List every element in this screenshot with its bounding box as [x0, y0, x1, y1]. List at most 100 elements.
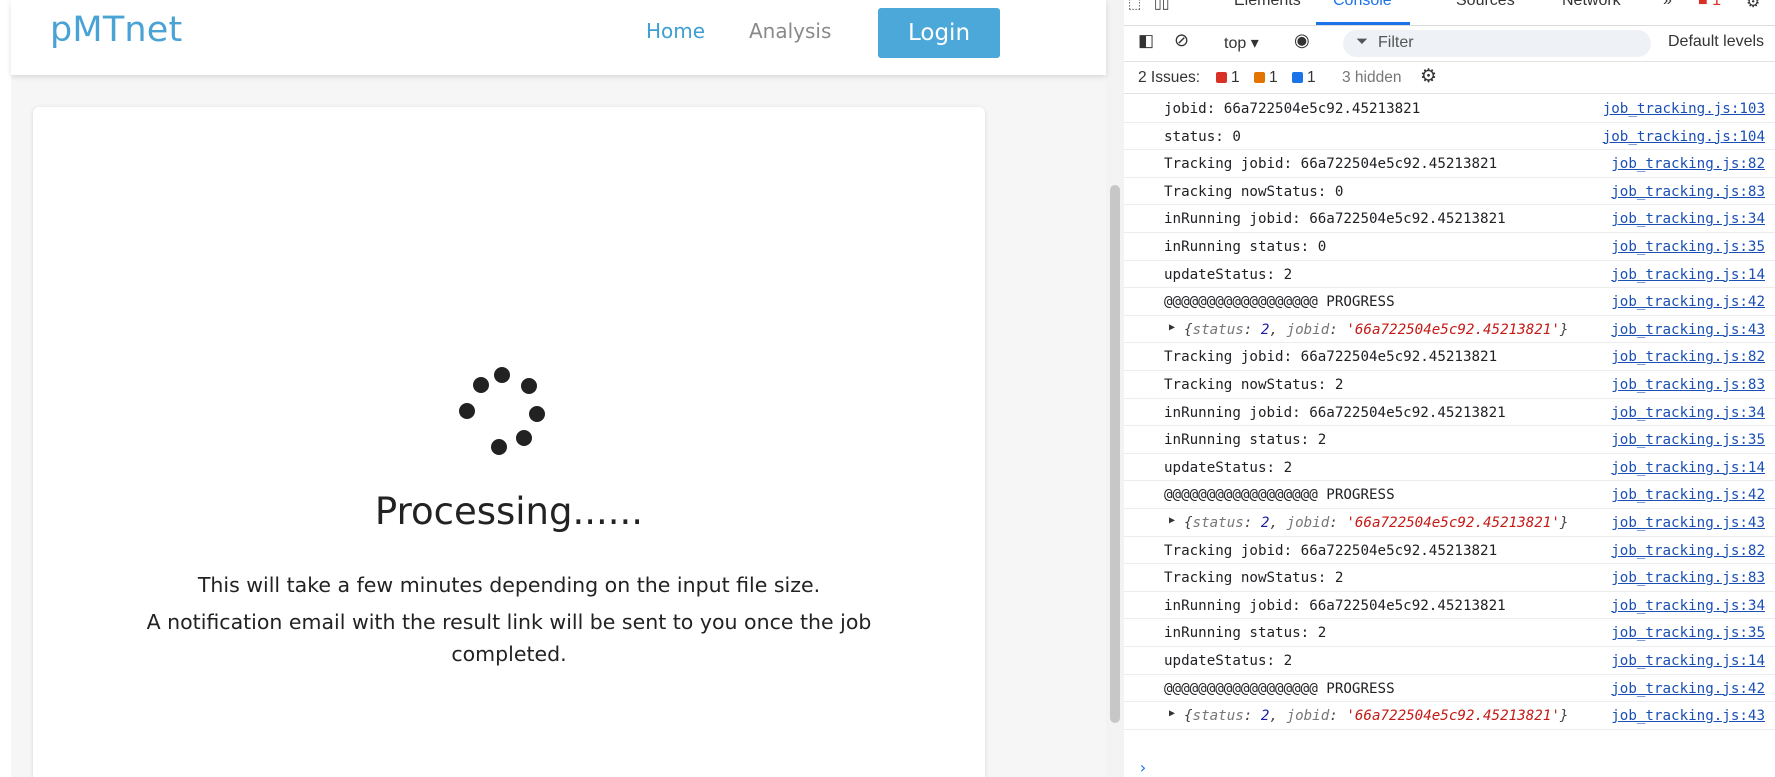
- processing-message-line2: A notification email with the result lin…: [146, 610, 872, 666]
- source-link[interactable]: job_tracking.js:35: [1611, 625, 1765, 641]
- source-link[interactable]: job_tracking.js:14: [1611, 267, 1765, 283]
- more-tabs-button[interactable]: »: [1663, 0, 1672, 10]
- console-object-row: ▶ {status: 2, jobid: '66a722504e5c92.4521…: [1124, 702, 1775, 730]
- issues-info-count[interactable]: 1: [1292, 69, 1316, 87]
- expand-arrow-icon[interactable]: ▶: [1169, 708, 1175, 719]
- gear-icon[interactable]: ⚙: [1746, 0, 1760, 12]
- tab-elements[interactable]: Elements: [1234, 0, 1301, 10]
- source-link[interactable]: job_tracking.js:83: [1611, 184, 1765, 200]
- console-message: inRunning status: 2: [1164, 625, 1327, 642]
- source-link[interactable]: job_tracking.js:43: [1611, 515, 1765, 531]
- live-expression-eye-icon[interactable]: ◉: [1294, 30, 1310, 51]
- console-message: Tracking jobid: 66a722504e5c92.45213821: [1164, 542, 1498, 559]
- console-object-row: ▶ {status: 2, jobid: '66a722504e5c92.4521…: [1124, 509, 1775, 537]
- console-log-row: @@@@@@@@@@@@@@@@@@ PROGRESS job_tracking.…: [1124, 288, 1775, 316]
- source-link[interactable]: job_tracking.js:83: [1611, 570, 1765, 586]
- source-link[interactable]: job_tracking.js:82: [1611, 349, 1765, 365]
- clear-console-icon[interactable]: ⊘: [1174, 30, 1189, 51]
- console-message: inRunning jobid: 66a722504e5c92.45213821: [1164, 597, 1506, 614]
- console-message: @@@@@@@@@@@@@@@@@@ PROGRESS: [1164, 294, 1395, 311]
- console-log-row: inRunning status: 2 job_tracking.js:35: [1124, 619, 1775, 647]
- page-scrollbar-thumb[interactable]: [1110, 185, 1120, 723]
- console-object-row: ▶ {status: 2, jobid: '66a722504e5c92.4521…: [1124, 316, 1775, 344]
- source-link[interactable]: job_tracking.js:34: [1611, 598, 1765, 614]
- console-log-row: Tracking nowStatus: 2 job_tracking.js:83: [1124, 564, 1775, 592]
- source-link[interactable]: job_tracking.js:43: [1611, 708, 1765, 724]
- tab-network[interactable]: Network: [1562, 0, 1621, 10]
- console-toolbar: ◧ ⊘ top ▾ ◉ ⏷ Filter Default levels: [1124, 26, 1775, 62]
- issues-label[interactable]: 2 Issues:: [1138, 69, 1200, 87]
- console-log-row: Tracking jobid: 66a722504e5c92.45213821 j…: [1124, 343, 1775, 371]
- source-link[interactable]: job_tracking.js:83: [1611, 377, 1765, 393]
- source-link[interactable]: job_tracking.js:103: [1603, 101, 1765, 117]
- source-link[interactable]: job_tracking.js:35: [1611, 432, 1765, 448]
- sidebar-toggle-icon[interactable]: ◧: [1138, 31, 1154, 51]
- loading-spinner-icon: [459, 367, 559, 467]
- console-object[interactable]: {status: 2, jobid: '66a722504e5c92.45213…: [1184, 515, 1568, 531]
- console-message: updateStatus: 2: [1164, 459, 1293, 476]
- info-icon: [1292, 72, 1303, 83]
- source-link[interactable]: job_tracking.js:34: [1611, 211, 1765, 227]
- login-button[interactable]: Login: [878, 8, 1000, 58]
- device-toolbar-icon[interactable]: ▯▯: [1154, 0, 1169, 12]
- context-selector[interactable]: top ▾: [1224, 33, 1259, 53]
- brand-logo[interactable]: pMTnet: [50, 10, 182, 50]
- nav-analysis-link[interactable]: Analysis: [749, 19, 831, 43]
- filter-input[interactable]: ⏷ Filter: [1343, 30, 1651, 57]
- source-link[interactable]: job_tracking.js:42: [1611, 487, 1765, 503]
- web-page: pMTnet Home Analysis Login Processing...…: [0, 0, 1106, 777]
- expand-arrow-icon[interactable]: ▶: [1169, 515, 1175, 526]
- console-message: Tracking jobid: 66a722504e5c92.45213821: [1164, 156, 1498, 173]
- issues-error-count[interactable]: 1: [1216, 69, 1240, 87]
- source-link[interactable]: job_tracking.js:42: [1611, 294, 1765, 310]
- console-message: jobid: 66a722504e5c92.45213821: [1164, 101, 1421, 117]
- console-message: inRunning status: 0: [1164, 239, 1327, 255]
- issues-hidden-count[interactable]: 3 hidden: [1342, 69, 1401, 87]
- source-link[interactable]: job_tracking.js:82: [1611, 543, 1765, 559]
- issues-settings-gear-icon[interactable]: ⚙: [1420, 65, 1437, 88]
- nav-home-link[interactable]: Home: [646, 19, 705, 43]
- console-message: Tracking nowStatus: 0: [1164, 183, 1344, 200]
- console-message: @@@@@@@@@@@@@@@@@@ PROGRESS: [1164, 487, 1395, 504]
- issues-warning-count[interactable]: 1: [1254, 69, 1278, 87]
- console-log-row: @@@@@@@@@@@@@@@@@@ PROGRESS job_tracking.…: [1124, 481, 1775, 509]
- spinner-dot: [521, 378, 537, 394]
- source-link[interactable]: job_tracking.js:104: [1603, 129, 1765, 145]
- spinner-dot: [529, 406, 545, 422]
- source-link[interactable]: job_tracking.js:42: [1611, 681, 1765, 697]
- issues-bar: 2 Issues: 1 1 1 3 hidden ⚙: [1124, 62, 1775, 94]
- console-log-row: Tracking nowStatus: 2 job_tracking.js:83: [1124, 371, 1775, 399]
- console-log-row: @@@@@@@@@@@@@@@@@@ PROGRESS job_tracking.…: [1124, 675, 1775, 703]
- spinner-dot: [473, 377, 489, 393]
- warning-icon: [1254, 72, 1265, 83]
- source-link[interactable]: job_tracking.js:14: [1611, 460, 1765, 476]
- console-log-row: Tracking nowStatus: 0 job_tracking.js:83: [1124, 178, 1775, 206]
- console-message: updateStatus: 2: [1164, 653, 1293, 669]
- source-link[interactable]: job_tracking.js:14: [1611, 653, 1765, 669]
- console-log-row: inRunning status: 0 job_tracking.js:35: [1124, 233, 1775, 261]
- log-levels-dropdown[interactable]: Default levels: [1668, 33, 1764, 51]
- console-log-row: Tracking jobid: 66a722504e5c92.45213821 j…: [1124, 150, 1775, 178]
- console-object[interactable]: {status: 2, jobid: '66a722504e5c92.45213…: [1184, 322, 1568, 338]
- tab-console[interactable]: Console: [1333, 0, 1392, 10]
- source-link[interactable]: job_tracking.js:35: [1611, 239, 1765, 255]
- tab-sources[interactable]: Sources: [1456, 0, 1515, 10]
- console-message: Tracking nowStatus: 2: [1164, 377, 1344, 393]
- console-log-row: inRunning jobid: 66a722504e5c92.45213821…: [1124, 205, 1775, 233]
- devtools-tab-bar: ⬚ ▯▯ Elements Console Sources Network » …: [1124, 0, 1775, 26]
- console-prompt[interactable]: ›: [1138, 758, 1148, 777]
- source-link[interactable]: job_tracking.js:34: [1611, 405, 1765, 421]
- source-link[interactable]: job_tracking.js:82: [1611, 156, 1765, 172]
- source-link[interactable]: job_tracking.js:43: [1611, 322, 1765, 338]
- console-message: @@@@@@@@@@@@@@@@@@ PROGRESS: [1164, 680, 1395, 697]
- error-count-icon[interactable]: ■ 1: [1698, 0, 1721, 10]
- console-message: status: 0: [1164, 128, 1241, 145]
- console-output: jobid: 66a722504e5c92.45213821 job_tracki…: [1124, 95, 1775, 755]
- inspect-element-icon[interactable]: ⬚: [1128, 0, 1141, 12]
- console-object[interactable]: {status: 2, jobid: '66a722504e5c92.45213…: [1184, 708, 1568, 724]
- expand-arrow-icon[interactable]: ▶: [1169, 322, 1175, 333]
- console-message: Tracking jobid: 66a722504e5c92.45213821: [1164, 349, 1498, 366]
- console-log-row: inRunning status: 2 job_tracking.js:35: [1124, 426, 1775, 454]
- spinner-dot: [494, 367, 510, 383]
- console-message: Tracking nowStatus: 2: [1164, 570, 1344, 587]
